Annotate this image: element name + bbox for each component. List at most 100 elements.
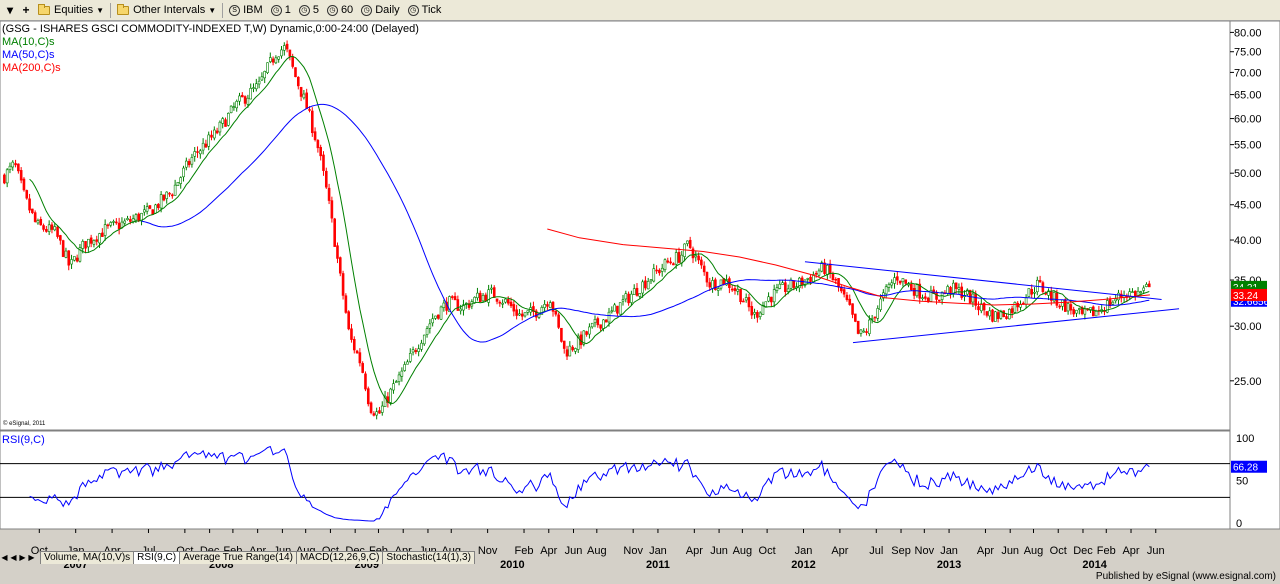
candle-body (686, 240, 689, 244)
candle-body (193, 151, 197, 157)
prev-icon[interactable]: ◀ (9, 553, 18, 562)
add-icon[interactable]: + (18, 1, 34, 20)
date-tick-label: Feb (515, 545, 534, 557)
toolbar-interval-1[interactable]: ◷ 1 (267, 1, 295, 20)
first-icon[interactable]: ◀ (0, 553, 9, 562)
tab-macd[interactable]: MACD(12,26,9,C) (295, 550, 384, 564)
candle-body (411, 349, 415, 353)
candle-body (246, 97, 250, 105)
last-icon[interactable]: ▶ (27, 553, 36, 562)
candle-body (59, 235, 62, 241)
candle-body (73, 256, 76, 261)
candle-body (22, 178, 26, 191)
candle-body (854, 313, 857, 322)
candle-body (991, 309, 994, 322)
tab-rsi[interactable]: RSI(9,C) (133, 550, 181, 564)
toolbar-menu-button[interactable]: ▾ (2, 1, 18, 20)
date-tick-label: Nov (478, 545, 498, 557)
date-tick-label: Aug (587, 545, 607, 557)
date-tick-label: Apr (977, 545, 994, 557)
rsi-pane (0, 430, 1231, 530)
legend-ma200[interactable]: MA(200,C)s (2, 62, 61, 74)
chart-svg[interactable]: 25.0030.0035.0040.0045.0050.0055.0060.00… (0, 21, 1280, 584)
candle-body (1131, 291, 1134, 293)
toolbar-interval-60[interactable]: ◷ 60 (323, 1, 357, 20)
chart-area[interactable]: 25.0030.0035.0040.0045.0050.0055.0060.00… (0, 21, 1280, 584)
price-tick-label: 30.00 (1234, 321, 1262, 333)
candle-body (677, 251, 681, 263)
candle-body (302, 93, 306, 99)
price-tick-label: 40.00 (1234, 235, 1262, 247)
candle-body (842, 289, 846, 295)
candle-body (1038, 280, 1042, 283)
tab-volume[interactable]: Volume, MA(10,V)s (40, 550, 135, 564)
candle-body (11, 161, 15, 168)
candle-body (277, 56, 280, 60)
candle-body (324, 170, 328, 188)
date-tick-label: Jun (1147, 545, 1165, 557)
candle-body (915, 284, 919, 297)
legend-ma10[interactable]: MA(10,C)s (2, 36, 55, 48)
candle-body (417, 348, 420, 352)
toolbar-interval-tick[interactable]: ◷ Tick (404, 1, 446, 20)
candle-body (187, 161, 191, 166)
candle-body (456, 299, 460, 311)
candle-body (333, 218, 336, 247)
candle-body (408, 353, 412, 362)
candle-body (1139, 291, 1143, 294)
date-tick-label: Nov (915, 545, 935, 557)
toolbar-interval-5[interactable]: ◷ 5 (295, 1, 323, 20)
tab-stochastic[interactable]: Stochastic(14(1),3) (382, 550, 475, 564)
candle-body (593, 318, 597, 324)
candle-body (1027, 288, 1031, 297)
folder-icon (117, 3, 130, 15)
candle-body (767, 296, 770, 302)
date-tick-label: Apr (1122, 545, 1139, 557)
date-tick-label: Jun (565, 545, 583, 557)
next-icon[interactable]: ▶ (18, 553, 27, 562)
toolbar-item-other-intervals[interactable]: Other Intervals ▼ (113, 1, 220, 20)
year-tick-label: 2011 (646, 559, 670, 571)
tab-atr[interactable]: Average True Range(14) (179, 550, 297, 564)
toolbar-item-equities[interactable]: Equities ▼ (34, 1, 108, 20)
candle-body (1072, 309, 1075, 315)
candle-body (134, 214, 138, 221)
clock-icon: ◷ (270, 4, 282, 16)
candle-body (1142, 287, 1145, 291)
toolbar-item-ibm[interactable]: S IBM (225, 1, 267, 20)
candle-body (509, 301, 513, 307)
date-tick-label: Oct (759, 545, 776, 557)
legend-ma50[interactable]: MA(50,C)s (2, 49, 55, 61)
candle-body (347, 311, 350, 330)
candle-body (823, 262, 826, 274)
candle-body (196, 151, 199, 153)
candle-body (285, 43, 289, 50)
candle-body (338, 257, 342, 274)
rsi-label[interactable]: RSI(9,C) (2, 434, 45, 446)
candle-body (1114, 298, 1117, 302)
candle-body (106, 224, 110, 227)
candle-body (143, 209, 146, 213)
candle-body (459, 308, 462, 312)
candle-body (327, 187, 331, 201)
toolbar-separator (110, 2, 112, 18)
candle-body (730, 288, 734, 291)
candle-body (1069, 304, 1073, 311)
toolbar: ▾ + Equities ▼ Other Intervals ▼ S IBM ◷… (0, 0, 1280, 21)
candle-body (126, 218, 129, 220)
candle-body (865, 331, 868, 333)
candle-body (616, 305, 619, 314)
candle-body (89, 237, 93, 244)
candle-body (733, 288, 737, 292)
candle-body (282, 45, 286, 51)
candle-body (546, 304, 549, 307)
candle-body (403, 364, 406, 371)
candle-body (753, 312, 756, 315)
toolbar-interval-daily[interactable]: ◷ Daily (357, 1, 403, 20)
candle-body (157, 204, 160, 209)
candle-body (1075, 309, 1078, 314)
candle-body (366, 388, 370, 405)
candle-body (985, 311, 989, 316)
candle-body (406, 361, 409, 365)
candle-body (585, 331, 588, 335)
